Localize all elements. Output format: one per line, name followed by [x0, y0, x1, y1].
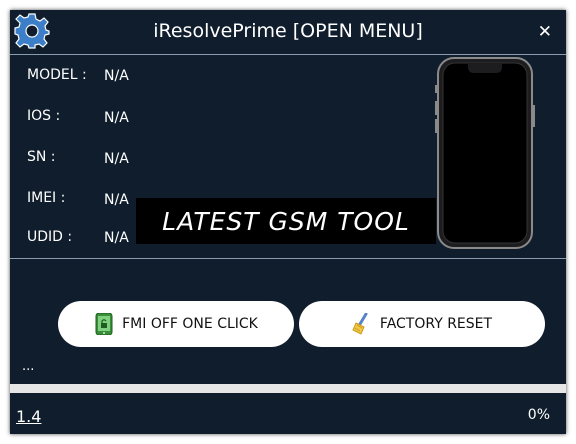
imei-label: IMEI : — [27, 190, 66, 206]
promo-banner: LATEST GSM TOOL — [136, 198, 436, 244]
model-value: N/A — [104, 68, 129, 84]
window-title: iResolvePrime [OPEN MENU] — [153, 20, 423, 42]
app-window: iResolvePrime [OPEN MENU] ✕ MODEL : N/A … — [10, 10, 566, 434]
close-icon[interactable]: ✕ — [538, 22, 552, 42]
factory-reset-button[interactable]: FACTORY RESET — [299, 301, 545, 347]
broom-icon — [352, 312, 372, 335]
udid-label: UDID : — [27, 229, 73, 245]
ios-label: IOS : — [27, 108, 61, 124]
sn-label: SN : — [27, 149, 56, 165]
udid-value: N/A — [104, 230, 129, 246]
title-divider — [10, 54, 566, 55]
info-divider — [10, 258, 566, 259]
fmi-off-label: FMI OFF ONE CLICK — [122, 316, 258, 332]
imei-value: N/A — [104, 192, 129, 208]
model-label: MODEL : — [27, 67, 87, 83]
factory-reset-label: FACTORY RESET — [379, 316, 493, 332]
sn-value: N/A — [104, 151, 129, 167]
progress-percent: 0% — [527, 407, 550, 423]
iphone-icon — [435, 57, 535, 249]
ios-value: N/A — [104, 110, 129, 126]
phone-unlock-icon — [94, 312, 114, 336]
title-bar: iResolvePrime [OPEN MENU] ✕ — [10, 10, 566, 54]
gear-icon[interactable] — [14, 13, 50, 49]
status-text: ... — [22, 359, 35, 374]
progress-bar — [10, 384, 566, 393]
version-link[interactable]: 1.4 — [16, 407, 41, 426]
fmi-off-button[interactable]: FMI OFF ONE CLICK — [58, 301, 294, 347]
